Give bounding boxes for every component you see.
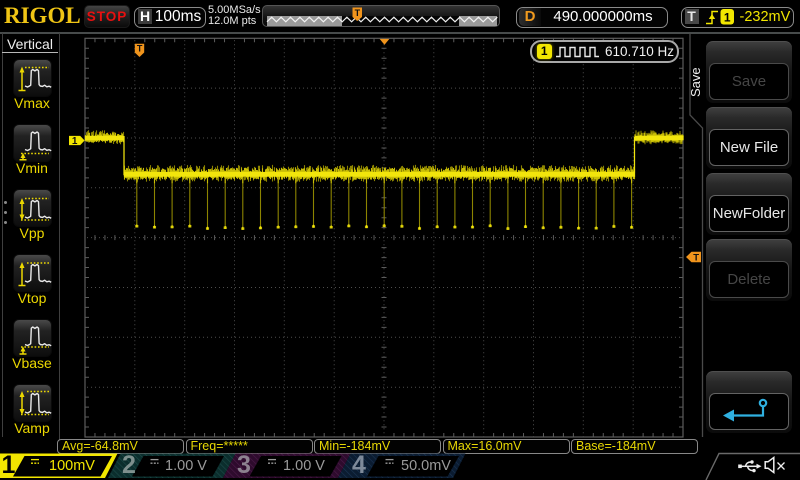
svg-text:1: 1: [72, 136, 78, 147]
svg-text:T: T: [355, 8, 361, 18]
svg-text:T: T: [137, 44, 143, 54]
svg-text:1: 1: [723, 10, 730, 24]
